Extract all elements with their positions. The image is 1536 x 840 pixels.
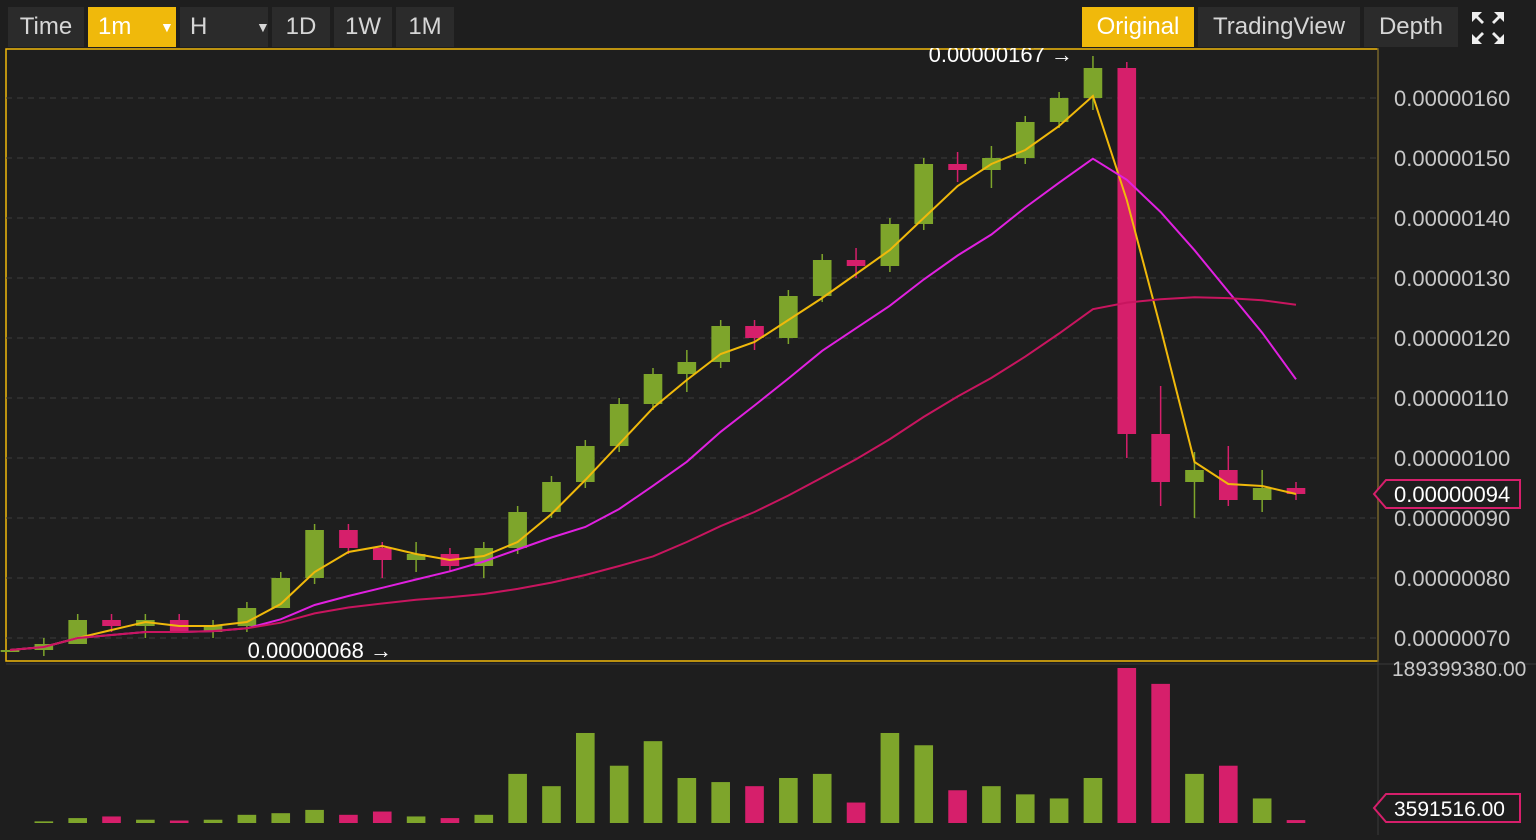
candle-body bbox=[372, 548, 392, 560]
volume-bar bbox=[169, 820, 189, 823]
volume-bar bbox=[1015, 794, 1035, 823]
chart-labels: 0.00000167 → 0.00000068 → 0.00000094 189399… bbox=[248, 42, 1526, 823]
candle-body bbox=[1117, 68, 1137, 434]
low-price-label: 0.00000068 → bbox=[248, 638, 392, 663]
caret-down-icon: ▼ bbox=[256, 19, 270, 35]
candle-body bbox=[1185, 470, 1204, 482]
candle-body bbox=[1151, 434, 1170, 482]
volume-current-label: 3591516.00 bbox=[1394, 798, 1505, 821]
volume-bar bbox=[34, 821, 54, 823]
candle-body bbox=[677, 362, 697, 374]
grid-lines bbox=[5, 48, 1536, 835]
volume-bar bbox=[880, 732, 900, 823]
volume-bar bbox=[948, 790, 967, 823]
fullscreen-icon[interactable] bbox=[1468, 8, 1508, 48]
volume-bar bbox=[542, 786, 561, 823]
volume-bar bbox=[643, 741, 663, 823]
candle-body bbox=[812, 260, 832, 296]
price-tick-label: 0.00000090 bbox=[1394, 506, 1510, 531]
volume-bars bbox=[34, 668, 1306, 823]
candle-body bbox=[339, 530, 358, 548]
price-tick-label: 0.00000070 bbox=[1394, 626, 1510, 651]
volume-bar bbox=[745, 786, 764, 823]
volume-bar bbox=[1117, 668, 1137, 823]
volume-bar bbox=[305, 809, 324, 823]
interval-1w-button[interactable]: 1W bbox=[334, 7, 392, 47]
price-chart[interactable]: 0.00000160 0.00000150 0.00000140 0.00000130… bbox=[0, 42, 1536, 835]
hour-label: H bbox=[190, 13, 208, 40]
volume-bar bbox=[372, 811, 392, 823]
price-axis: 0.00000160 0.00000150 0.00000140 0.00000130… bbox=[1394, 86, 1510, 651]
price-tick-label: 0.00000140 bbox=[1394, 206, 1510, 231]
candle-body bbox=[102, 620, 121, 626]
chart-toolbar: Time 1m ▼ H ▼ 1D 1W 1M Original TradingVie… bbox=[0, 0, 1536, 52]
volume-bar bbox=[711, 782, 730, 823]
price-tick-label: 0.00000150 bbox=[1394, 146, 1510, 171]
volume-bar bbox=[237, 814, 257, 823]
candle-body bbox=[711, 326, 730, 362]
volume-bar bbox=[68, 818, 87, 823]
time-button[interactable]: Time bbox=[8, 7, 84, 47]
volume-bar bbox=[508, 773, 527, 823]
volume-bar bbox=[982, 786, 1001, 823]
volume-bar bbox=[812, 773, 832, 823]
volume-bar bbox=[1286, 820, 1306, 823]
ma-long-line bbox=[9, 296, 1297, 651]
original-view-button[interactable]: Original bbox=[1082, 7, 1194, 47]
candle-body bbox=[576, 446, 595, 482]
candle-body bbox=[1083, 68, 1103, 98]
depth-button[interactable]: Depth bbox=[1364, 7, 1458, 47]
candle-body bbox=[745, 326, 764, 338]
volume-bar bbox=[779, 777, 798, 823]
volume-bar bbox=[339, 814, 358, 823]
high-price-label: 0.00000167 → bbox=[929, 48, 1073, 67]
price-tick-label: 0.00000120 bbox=[1394, 326, 1510, 351]
volume-bar bbox=[914, 745, 934, 823]
volume-bar bbox=[609, 765, 629, 823]
volume-bar bbox=[136, 819, 155, 823]
price-tick-label: 0.00000110 bbox=[1394, 386, 1509, 411]
price-panel-border bbox=[5, 48, 1379, 662]
candle-body bbox=[1049, 98, 1069, 122]
candle-body bbox=[846, 260, 866, 266]
interval-1d-button[interactable]: 1D bbox=[272, 7, 330, 47]
hour-interval-button[interactable]: H ▼ bbox=[180, 7, 270, 47]
volume-bar bbox=[102, 816, 121, 823]
volume-bar bbox=[677, 777, 697, 823]
volume-bar bbox=[474, 814, 494, 823]
volume-bar bbox=[1252, 798, 1272, 823]
volume-bar bbox=[440, 818, 460, 823]
current-price-label: 0.00000094 bbox=[1394, 482, 1510, 507]
volume-bar bbox=[1185, 773, 1204, 823]
volume-bar bbox=[203, 819, 223, 823]
interval-1m-month-button[interactable]: 1M bbox=[396, 7, 454, 47]
chart-area[interactable]: 0.00000160 0.00000150 0.00000140 0.00000130… bbox=[0, 42, 1536, 835]
interval-1m-button[interactable]: 1m ▼ bbox=[88, 7, 176, 47]
volume-bar bbox=[1219, 765, 1238, 823]
candle-body bbox=[914, 164, 934, 224]
candle-body bbox=[779, 296, 798, 338]
price-tick-label: 0.00000080 bbox=[1394, 566, 1510, 591]
price-tick-label: 0.00000130 bbox=[1394, 266, 1510, 291]
candle-body bbox=[1252, 488, 1272, 500]
volume-bar bbox=[1151, 683, 1170, 823]
candle-body bbox=[643, 374, 663, 404]
candle-body bbox=[305, 530, 324, 578]
price-tick-label: 0.00000160 bbox=[1394, 86, 1510, 111]
volume-bar bbox=[271, 813, 291, 823]
candle-body bbox=[609, 404, 629, 446]
volume-bar bbox=[1049, 798, 1069, 823]
price-tick-label: 0.00000100 bbox=[1394, 446, 1510, 471]
volume-bar bbox=[846, 802, 866, 823]
volume-bar bbox=[406, 816, 426, 823]
volume-bar bbox=[576, 732, 595, 823]
interval-label: 1m bbox=[98, 13, 132, 40]
caret-down-icon: ▼ bbox=[160, 19, 174, 35]
volume-bar bbox=[1083, 777, 1103, 823]
candle-body bbox=[948, 164, 967, 170]
volume-max-label: 189399380.00 bbox=[1392, 658, 1526, 681]
tradingview-button[interactable]: TradingView bbox=[1198, 7, 1360, 47]
